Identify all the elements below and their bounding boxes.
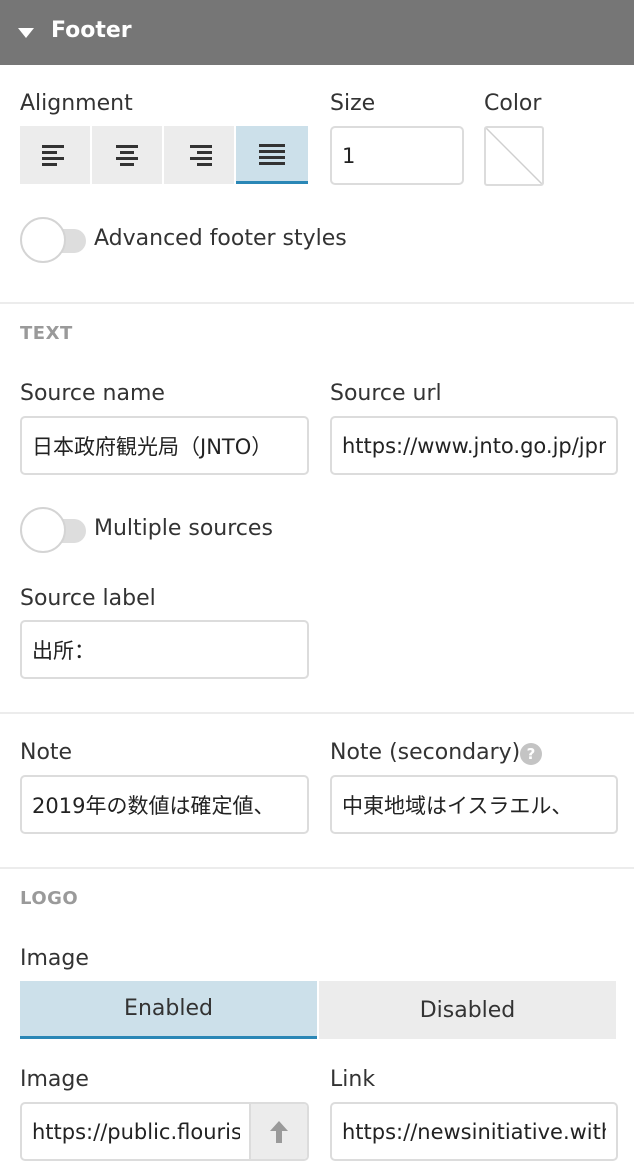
multiple-sources-label: Multiple sources xyxy=(94,516,273,541)
image-url-field[interactable] xyxy=(20,1102,309,1161)
no-color-slash-icon xyxy=(486,128,542,184)
source-label-label: Source label xyxy=(20,586,156,611)
color-picker-swatch[interactable] xyxy=(484,126,544,186)
align-right-icon xyxy=(186,145,212,166)
image-toggle-label: Image xyxy=(20,946,89,971)
logo-section-title: LOGO xyxy=(20,888,79,909)
link-field[interactable] xyxy=(330,1102,618,1161)
source-name-input[interactable] xyxy=(22,418,307,473)
source-label-field[interactable] xyxy=(20,620,309,679)
size-field[interactable] xyxy=(330,126,464,185)
size-label: Size xyxy=(330,91,376,116)
divider xyxy=(0,302,634,304)
align-center-button[interactable] xyxy=(92,126,164,184)
align-left-icon xyxy=(42,145,68,166)
image-disabled-button[interactable]: Disabled xyxy=(319,981,616,1039)
source-url-input[interactable] xyxy=(332,418,616,473)
advanced-footer-styles-toggle[interactable] xyxy=(20,216,86,264)
toggle-knob xyxy=(20,507,66,553)
image-url-input[interactable] xyxy=(22,1104,250,1159)
note-secondary-label: Note (secondary) xyxy=(330,740,521,765)
caret-down-icon xyxy=(18,28,34,38)
source-name-label: Source name xyxy=(20,381,165,406)
link-input[interactable] xyxy=(332,1104,616,1159)
align-justify-button[interactable] xyxy=(236,126,308,184)
image-enabled-button[interactable]: Enabled xyxy=(20,981,317,1039)
source-url-label: Source url xyxy=(330,381,442,406)
note-secondary-input[interactable] xyxy=(332,777,616,832)
note-secondary-field[interactable] xyxy=(330,775,618,834)
link-label: Link xyxy=(330,1067,376,1092)
size-input[interactable] xyxy=(332,128,462,183)
align-right-button[interactable] xyxy=(164,126,236,184)
note-label: Note xyxy=(20,740,73,765)
align-left-button[interactable] xyxy=(20,126,92,184)
text-section-title: TEXT xyxy=(20,323,73,344)
toggle-knob xyxy=(20,217,66,263)
color-label: Color xyxy=(484,91,542,116)
image-url-label: Image xyxy=(20,1067,89,1092)
divider xyxy=(0,712,634,714)
note-field[interactable] xyxy=(20,775,309,834)
upload-arrow-icon xyxy=(270,1120,288,1143)
source-url-field[interactable] xyxy=(330,416,618,475)
divider xyxy=(0,867,634,869)
source-label-input[interactable] xyxy=(22,622,307,677)
upload-button[interactable] xyxy=(249,1104,307,1159)
multiple-sources-toggle[interactable] xyxy=(20,506,86,554)
alignment-label: Alignment xyxy=(20,91,133,116)
source-name-field[interactable] xyxy=(20,416,309,475)
alignment-button-group xyxy=(20,126,308,184)
note-input[interactable] xyxy=(22,777,307,832)
align-center-icon xyxy=(114,145,140,166)
align-justify-icon xyxy=(259,143,285,165)
section-title: Footer xyxy=(51,18,132,43)
advanced-footer-styles-label: Advanced footer styles xyxy=(94,226,347,251)
footer-section-header[interactable]: Footer xyxy=(0,0,634,65)
help-icon[interactable]: ? xyxy=(520,743,542,765)
